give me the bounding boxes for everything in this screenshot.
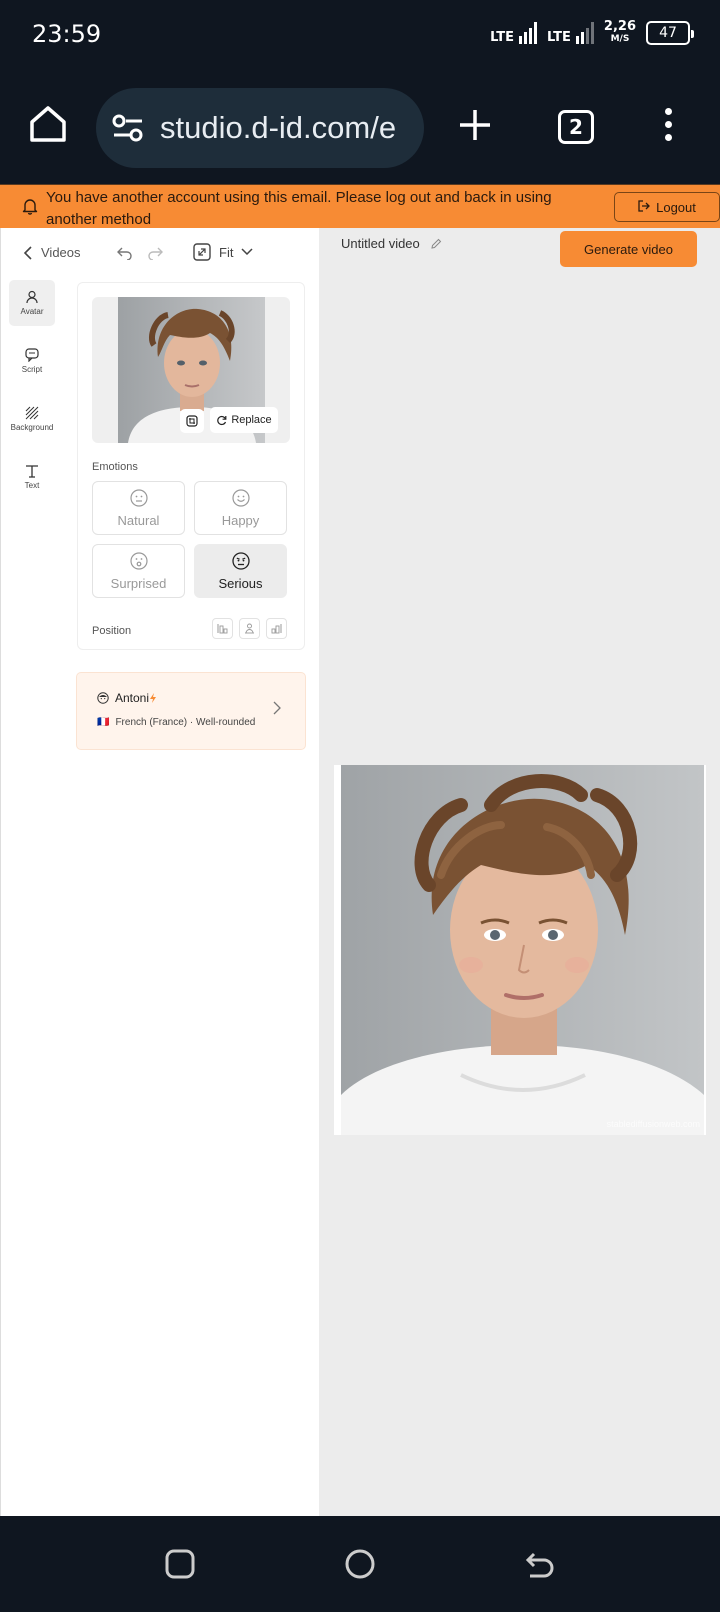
avatar-thumbnail: Replace bbox=[92, 297, 290, 443]
chevron-right-icon bbox=[273, 701, 281, 720]
smile-face-icon bbox=[231, 488, 250, 507]
system-nav-bar bbox=[0, 1516, 720, 1612]
voice-description: French (France) · Well-rounded bbox=[115, 717, 256, 728]
video-preview[interactable]: stablediffusionweb.com bbox=[334, 765, 706, 1135]
emotion-serious-button[interactable]: Serious bbox=[194, 544, 287, 598]
rail-item-avatar[interactable]: Avatar bbox=[9, 280, 55, 326]
chat-icon bbox=[25, 348, 39, 362]
emotions-grid: Natural Happy Surprised Serious bbox=[92, 481, 290, 598]
network-speed: 2,26 M/S bbox=[603, 19, 636, 44]
hatch-icon bbox=[25, 406, 39, 420]
text-icon bbox=[26, 465, 38, 478]
home-icon[interactable] bbox=[28, 104, 68, 144]
signal-2-icon: LTE bbox=[547, 22, 594, 44]
battery-icon: 47 bbox=[646, 21, 694, 45]
voice-avatar-icon bbox=[97, 692, 109, 704]
status-time: 23:59 bbox=[32, 20, 102, 48]
avatar-settings-card: Replace Emotions Natural Happy Surprised bbox=[77, 282, 305, 650]
account-warning-banner: You have another account using this emai… bbox=[0, 184, 720, 228]
signal-1-icon: LTE bbox=[490, 22, 538, 44]
tab-switcher-button[interactable]: 2 bbox=[558, 110, 594, 144]
serious-face-icon bbox=[231, 551, 250, 570]
rail-item-background[interactable]: Background bbox=[9, 396, 55, 442]
video-title[interactable]: Untitled video bbox=[341, 236, 420, 251]
lightning-icon bbox=[150, 693, 157, 703]
emotion-label: Serious bbox=[218, 575, 263, 591]
flag-icon: 🇫🇷 bbox=[97, 717, 110, 728]
align-right-button[interactable] bbox=[266, 618, 287, 639]
neutral-face-icon bbox=[129, 488, 148, 507]
replace-label: Replace bbox=[231, 414, 272, 426]
rail-item-text[interactable]: Text bbox=[9, 454, 55, 500]
browser-toolbar: studio.d-id.com/e 2 bbox=[0, 72, 720, 184]
logout-icon bbox=[638, 199, 651, 215]
voice-name-row: Antoni bbox=[97, 691, 157, 705]
fit-label: Fit bbox=[219, 244, 234, 260]
surprised-face-icon bbox=[129, 551, 148, 570]
emotion-natural-button[interactable]: Natural bbox=[92, 481, 185, 535]
editor-topnav: Videos Fit bbox=[1, 228, 320, 280]
emotion-label: Happy bbox=[221, 512, 260, 528]
status-bar: 23:59 LTE LTE 2,26 M/S 47 bbox=[0, 0, 720, 72]
back-to-videos-link[interactable]: Videos bbox=[23, 245, 81, 260]
studio-app: Videos Fit Avatar Script Background Text… bbox=[0, 228, 720, 1516]
undo-icon[interactable] bbox=[117, 246, 133, 265]
status-icons: LTE LTE 2,26 M/S 47 bbox=[490, 19, 694, 46]
recents-icon[interactable] bbox=[164, 1548, 196, 1585]
rail-label: Script bbox=[21, 365, 43, 374]
generate-video-button[interactable]: Generate video bbox=[560, 231, 697, 267]
left-panel: Videos Fit Avatar Script Background Text… bbox=[0, 228, 319, 1516]
watermark-text: stablediffusionweb.com bbox=[606, 1119, 700, 1129]
fit-icon bbox=[193, 243, 211, 261]
crop-icon bbox=[186, 415, 198, 427]
new-tab-icon[interactable] bbox=[458, 108, 492, 147]
rail-item-script[interactable]: Script bbox=[9, 338, 55, 384]
more-menu-icon[interactable] bbox=[665, 108, 672, 147]
emotion-label: Surprised bbox=[110, 575, 167, 591]
voice-description-row: 🇫🇷 French (France) · Well-rounded bbox=[97, 717, 255, 728]
emotions-heading: Emotions bbox=[92, 461, 138, 473]
bell-icon bbox=[22, 197, 38, 220]
voice-name: Antoni bbox=[115, 691, 150, 705]
refresh-icon bbox=[217, 415, 227, 425]
rail-label: Avatar bbox=[20, 307, 44, 316]
site-settings-icon[interactable] bbox=[112, 114, 144, 147]
pencil-icon[interactable] bbox=[430, 238, 442, 250]
banner-message: You have another account using this emai… bbox=[46, 189, 552, 228]
crop-button[interactable] bbox=[180, 409, 204, 433]
align-left-icon bbox=[217, 624, 228, 634]
fit-dropdown[interactable]: Fit bbox=[193, 243, 253, 261]
chevron-left-icon bbox=[23, 245, 32, 260]
back-label: Videos bbox=[41, 245, 81, 260]
align-left-button[interactable] bbox=[212, 618, 233, 639]
logout-label: Logout bbox=[656, 199, 696, 215]
emotion-label: Natural bbox=[117, 512, 160, 528]
position-controls bbox=[212, 618, 287, 639]
logout-button[interactable]: Logout bbox=[614, 192, 720, 222]
video-title-row: Untitled video bbox=[341, 236, 442, 251]
rail-label: Text bbox=[24, 481, 40, 490]
chevron-down-icon bbox=[241, 248, 253, 256]
redo-icon[interactable] bbox=[147, 246, 163, 265]
video-canvas: Untitled video Generate video stablediff… bbox=[319, 228, 720, 1516]
position-heading: Position bbox=[92, 625, 132, 637]
align-center-button[interactable] bbox=[239, 618, 260, 639]
voice-selector[interactable]: Antoni 🇫🇷 French (France) · Well-rounded bbox=[76, 672, 306, 750]
back-nav-icon[interactable] bbox=[524, 1548, 556, 1585]
avatar-preview-image bbox=[341, 765, 704, 1135]
address-bar[interactable]: studio.d-id.com/e bbox=[96, 88, 424, 168]
tool-rail: Avatar Script Background Text bbox=[9, 280, 55, 512]
replace-avatar-button[interactable]: Replace bbox=[210, 407, 278, 433]
align-right-icon bbox=[271, 624, 282, 634]
person-icon bbox=[26, 290, 38, 304]
url-text[interactable]: studio.d-id.com/e bbox=[160, 110, 396, 146]
emotion-surprised-button[interactable]: Surprised bbox=[92, 544, 185, 598]
emotion-happy-button[interactable]: Happy bbox=[194, 481, 287, 535]
rail-label: Background bbox=[10, 423, 54, 432]
home-nav-icon[interactable] bbox=[344, 1548, 376, 1585]
align-center-icon bbox=[245, 623, 254, 634]
